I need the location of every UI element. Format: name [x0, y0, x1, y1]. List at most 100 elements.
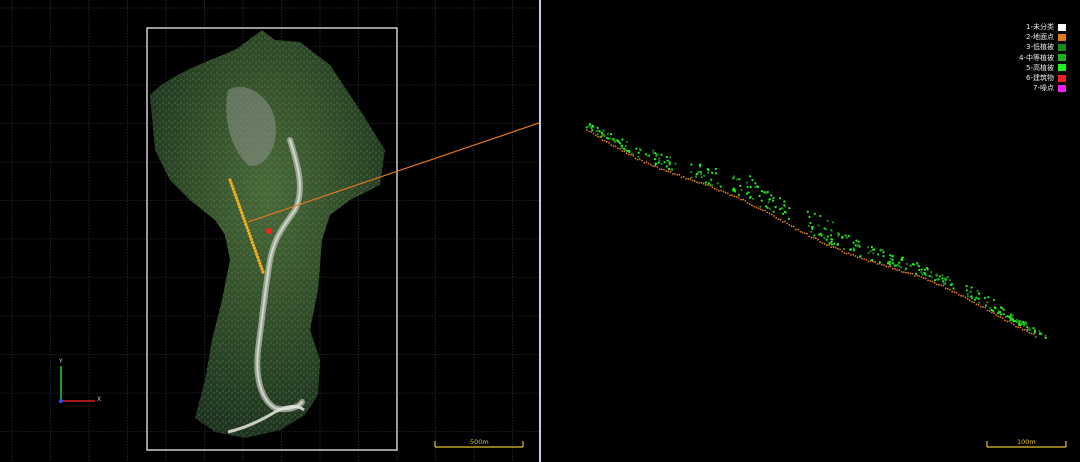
ground-point: [876, 263, 879, 265]
legend-item[interactable]: 1-未分类: [1019, 22, 1066, 32]
ground-point: [896, 269, 899, 272]
ground-point: [790, 225, 793, 227]
top-view-canvas[interactable]: [0, 0, 539, 462]
vegetation-point: [608, 137, 612, 140]
vegetation-point: [754, 185, 757, 189]
vegetation-point: [879, 249, 882, 252]
vegetation-point: [866, 246, 869, 249]
sample-point: [231, 187, 235, 191]
ground-point: [865, 258, 868, 261]
vegetation-point: [984, 304, 988, 307]
vegetation-point: [617, 140, 620, 143]
ground-point: [649, 163, 652, 166]
ground-point: [702, 182, 705, 185]
vegetation-point: [767, 201, 770, 204]
sample-point: [252, 246, 257, 250]
vegetation-point: [970, 295, 973, 298]
vegetation-point: [652, 149, 655, 152]
sample-point: [256, 255, 260, 259]
vegetation-point: [653, 158, 657, 161]
vegetation-point: [698, 165, 701, 168]
ground-point: [874, 261, 877, 263]
ground-point: [744, 200, 747, 202]
vegetation-point: [809, 221, 812, 225]
ground-point: [766, 211, 769, 214]
vegetation-point: [784, 211, 787, 214]
ground-point: [634, 157, 637, 160]
vegetation-point: [840, 236, 844, 239]
vegetation-point: [994, 307, 997, 310]
ground-point: [924, 277, 927, 280]
ground-point: [678, 174, 681, 176]
vegetation-point: [849, 248, 853, 251]
ground-point: [887, 266, 890, 268]
location-marker[interactable]: [266, 228, 272, 234]
legend-item[interactable]: 4-中等植被: [1019, 53, 1066, 63]
vegetation-point: [937, 278, 940, 281]
ground-point: [698, 182, 701, 184]
ground-point: [777, 218, 780, 221]
legend-item[interactable]: 5-高植被: [1019, 63, 1066, 73]
ground-point: [854, 255, 857, 257]
ground-point: [856, 256, 859, 259]
vegetation-point: [609, 133, 613, 136]
vegetation-point: [606, 132, 609, 135]
vegetation-point: [1002, 313, 1005, 316]
vegetation-point: [914, 272, 918, 275]
vegetation-point: [699, 163, 702, 166]
legend-label: 3-低植被: [1026, 43, 1054, 52]
ground-point: [718, 189, 720, 192]
ground-point: [610, 144, 613, 147]
vegetation-point: [596, 133, 599, 136]
legend-label: 7-噪点: [1033, 84, 1054, 93]
top-view-viewport[interactable]: Y X 500m: [0, 0, 539, 462]
profile-view-canvas[interactable]: [541, 0, 1080, 462]
vegetation-point: [746, 185, 749, 189]
vegetation-point: [749, 195, 752, 198]
ground-point: [885, 265, 888, 268]
legend-item[interactable]: 2-地面点: [1019, 32, 1066, 42]
legend-item[interactable]: 3-低植被: [1019, 42, 1066, 52]
ground-point: [792, 225, 795, 228]
ground-point: [674, 173, 676, 175]
ground-point: [867, 260, 870, 263]
vegetation-point: [977, 292, 981, 295]
vegetation-point: [916, 263, 919, 266]
ground-point: [880, 264, 883, 266]
vegetation-point: [745, 192, 749, 195]
vegetation-point: [836, 243, 839, 247]
vegetation-point: [591, 125, 594, 128]
vegetation-point: [1044, 334, 1047, 337]
ground-point: [784, 220, 786, 223]
terrain-point-cloud: [150, 30, 385, 438]
vegetation-point: [830, 240, 833, 244]
ground-point: [907, 271, 910, 274]
vegetation-point: [598, 130, 601, 133]
vegetation-point: [719, 185, 722, 188]
vegetation-point: [889, 254, 892, 257]
vegetation-point: [945, 276, 949, 280]
ground-point: [979, 305, 982, 308]
sample-point: [243, 219, 247, 224]
ground-point: [964, 296, 967, 299]
ground-point: [1032, 333, 1035, 335]
ground-point: [687, 177, 690, 180]
ground-point: [594, 134, 597, 137]
ground-point: [652, 165, 654, 167]
vegetation-point: [976, 289, 979, 292]
legend-item[interactable]: 7-噪点: [1019, 83, 1066, 93]
vegetation-point: [654, 163, 657, 166]
ground-point: [1001, 317, 1004, 320]
vegetation-point: [978, 301, 981, 304]
ground-point: [1030, 332, 1033, 335]
vegetation-point: [768, 207, 771, 210]
legend-item[interactable]: 6-建筑物: [1019, 73, 1066, 83]
vegetation-point: [830, 229, 833, 232]
vegetation-point: [668, 161, 671, 164]
ground-point: [722, 190, 725, 193]
profile-view-viewport[interactable]: 100m 1-未分类 2-地面点 3-低植被 4-中等植被 5-高植被 6-建筑…: [541, 0, 1080, 462]
vegetation-point: [923, 268, 927, 271]
vegetation-point: [901, 256, 904, 259]
ground-point: [900, 271, 903, 273]
ground-point: [1015, 325, 1017, 328]
